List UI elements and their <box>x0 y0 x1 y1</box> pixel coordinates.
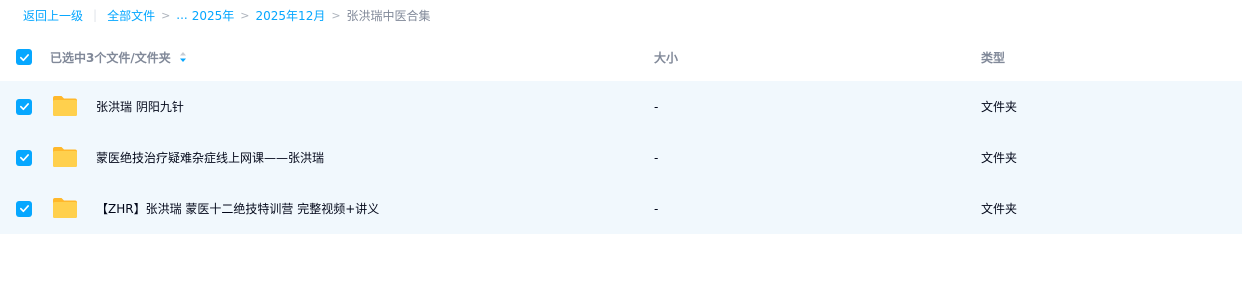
file-size: - <box>654 99 659 114</box>
check-icon <box>19 103 29 111</box>
breadcrumb-all-files[interactable]: 全部文件 <box>107 7 155 24</box>
file-size: - <box>654 201 659 216</box>
select-all-checkbox[interactable] <box>16 49 32 65</box>
check-icon <box>19 154 29 162</box>
file-type: 文件夹 <box>981 100 1018 114</box>
file-type: 文件夹 <box>981 202 1018 216</box>
file-list: 张洪瑞 阴阳九针 - 文件夹 蒙医绝技治疗疑难杂症线上网课——张洪瑞 - 文件夹 <box>0 81 1242 234</box>
breadcrumb-2025[interactable]: 2025年 <box>192 7 235 24</box>
chevron-right-icon: > <box>331 8 341 22</box>
file-name[interactable]: 张洪瑞 阴阳九针 <box>96 98 184 115</box>
folder-icon <box>53 147 77 167</box>
folder-icon <box>53 198 77 218</box>
folder-icon <box>53 96 77 116</box>
row-checkbox[interactable] <box>16 149 32 166</box>
selected-count-label: 已选中3个文件/文件夹 <box>50 50 171 65</box>
table-row[interactable]: 张洪瑞 阴阳九针 - 文件夹 <box>0 81 1242 132</box>
chevron-right-icon: > <box>161 8 171 22</box>
table-row[interactable]: 蒙医绝技治疗疑难杂症线上网课——张洪瑞 - 文件夹 <box>0 132 1242 183</box>
back-link[interactable]: 返回上一级 <box>23 7 83 24</box>
sort-icon[interactable] <box>179 51 187 63</box>
check-icon <box>19 205 29 213</box>
chevron-right-icon: > <box>240 8 250 22</box>
breadcrumb-divider: | <box>93 8 98 22</box>
file-name[interactable]: 【ZHR】张洪瑞 蒙医十二绝技特训营 完整视频+讲义 <box>96 200 379 217</box>
size-column-header[interactable]: 大小 <box>654 49 678 66</box>
type-column-header[interactable]: 类型 <box>981 49 1005 66</box>
breadcrumb-ellipsis[interactable]: ... <box>176 8 187 22</box>
file-size: - <box>654 150 659 165</box>
table-header: 已选中3个文件/文件夹 大小 类型 <box>0 34 1242 80</box>
breadcrumb-current: 张洪瑞中医合集 <box>346 8 431 23</box>
name-column-header[interactable]: 已选中3个文件/文件夹 <box>50 49 187 66</box>
file-type: 文件夹 <box>981 151 1018 165</box>
table-row[interactable]: 【ZHR】张洪瑞 蒙医十二绝技特训营 完整视频+讲义 - 文件夹 <box>0 183 1242 234</box>
row-checkbox[interactable] <box>16 98 32 115</box>
file-browser: 返回上一级 | 全部文件 > ... 2025年 > 2025年12月 > 张洪… <box>0 0 1242 283</box>
breadcrumb: 返回上一级 | 全部文件 > ... 2025年 > 2025年12月 > 张洪… <box>0 0 1242 30</box>
file-name[interactable]: 蒙医绝技治疗疑难杂症线上网课——张洪瑞 <box>96 149 324 166</box>
breadcrumb-2025-12[interactable]: 2025年12月 <box>256 7 326 24</box>
row-checkbox[interactable] <box>16 200 32 217</box>
check-icon <box>19 53 29 61</box>
